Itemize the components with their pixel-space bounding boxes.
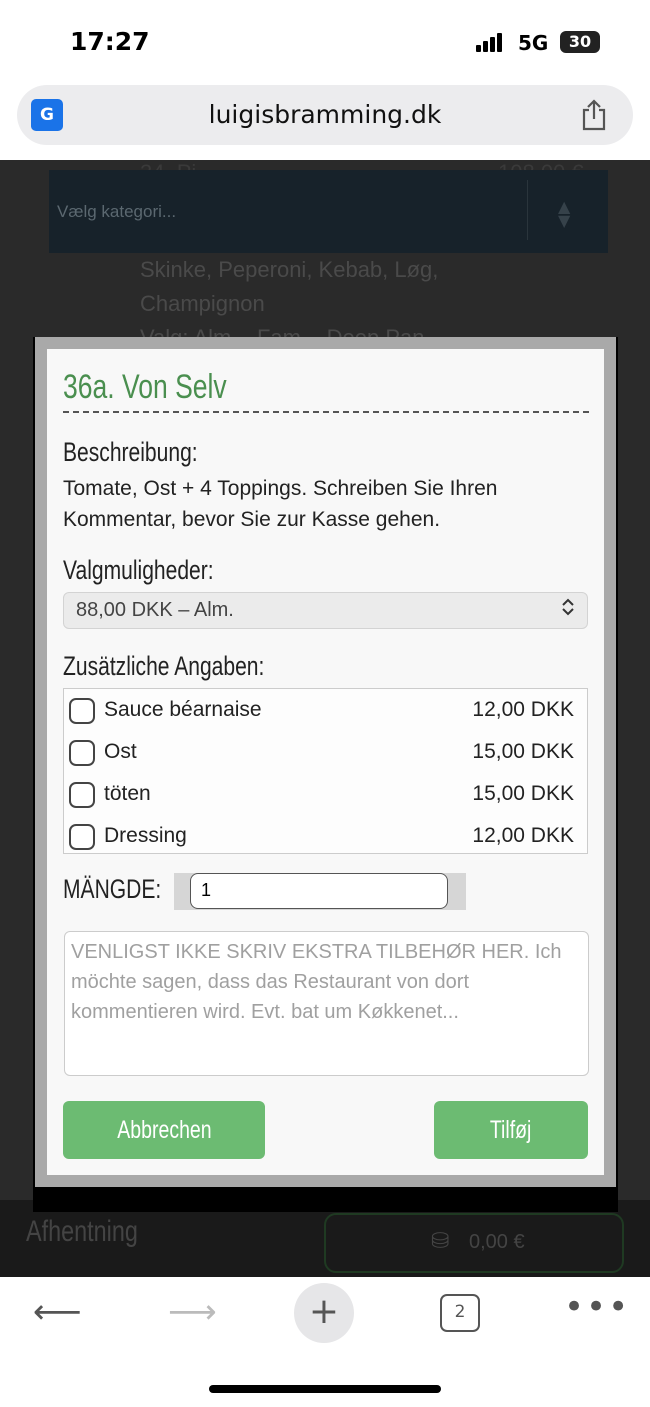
address-bar[interactable]: G luigisbramming.dk bbox=[17, 85, 633, 145]
cart-total: 0,00 € bbox=[469, 1231, 525, 1253]
cancel-label: Abbrechen bbox=[116, 1116, 212, 1144]
signal-icon bbox=[476, 33, 504, 52]
extra-option[interactable]: töten 15,00 DKK bbox=[64, 773, 587, 815]
category-placeholder: Vælg kategori... bbox=[57, 202, 177, 221]
ingredients-line: Champignon bbox=[140, 291, 265, 316]
comment-textarea[interactable]: VENLIGST IKKE SKRIV EKSTRA TILBEHØR HER.… bbox=[64, 931, 589, 1076]
description-text: Tomate, Ost + 4 Toppings. Schreiben Sie … bbox=[63, 477, 498, 531]
checkbox[interactable] bbox=[69, 824, 95, 850]
extras-label: Zusätzliche Angaben: bbox=[63, 651, 265, 681]
status-bar: 17:27 5G 30 bbox=[0, 0, 650, 75]
extra-price: 12,00 DKK bbox=[472, 698, 574, 721]
modal-content: 36a. Von Selv Beschreibung: Tomate, Ost … bbox=[47, 349, 604, 1175]
modal-title: 36a. Von Selv bbox=[63, 368, 227, 406]
extra-name: Sauce béarnaise bbox=[104, 698, 262, 721]
quantity-input[interactable]: 1 bbox=[190, 873, 448, 909]
home-indicator bbox=[209, 1385, 441, 1393]
network-type: 5G bbox=[518, 31, 549, 55]
pickup-label[interactable]: Afhentning bbox=[26, 1215, 138, 1249]
divider bbox=[63, 411, 589, 413]
extra-option[interactable]: Ost 15,00 DKK bbox=[64, 731, 587, 773]
cart-button[interactable]: ⛁ 0,00 € bbox=[324, 1213, 624, 1273]
more-icon[interactable]: ••• bbox=[564, 1287, 630, 1327]
add-label: Tilføj bbox=[490, 1116, 532, 1144]
tabs-count: 2 bbox=[454, 1302, 466, 1322]
extra-option[interactable]: Dressing 12,00 DKK bbox=[64, 815, 587, 857]
options-select[interactable]: 88,00 DKK – Alm. bbox=[63, 592, 588, 629]
sort-arrows-icon: ▲ ▼ bbox=[558, 197, 571, 230]
extra-price: 12,00 DKK bbox=[472, 824, 574, 847]
options-label: Valgmuligheder: bbox=[63, 555, 214, 585]
category-select[interactable]: Vælg kategori... bbox=[49, 170, 608, 253]
product-modal: 36a. Von Selv Beschreibung: Tomate, Ost … bbox=[33, 337, 618, 1212]
basket-icon: ⛁ bbox=[431, 1229, 450, 1254]
url-text[interactable]: luigisbramming.dk bbox=[17, 100, 633, 129]
extra-name: Dressing bbox=[104, 824, 187, 847]
extra-name: töten bbox=[104, 782, 151, 805]
selected-option: 88,00 DKK – Alm. bbox=[76, 599, 234, 621]
cancel-button[interactable]: Abbrechen bbox=[63, 1101, 265, 1159]
description-label: Beschreibung: bbox=[63, 437, 198, 467]
extra-name: Ost bbox=[104, 740, 137, 763]
new-tab-button[interactable]: + bbox=[294, 1283, 354, 1343]
back-icon[interactable]: ⟵ bbox=[33, 1292, 82, 1332]
extra-option[interactable]: Sauce béarnaise 12,00 DKK bbox=[64, 689, 587, 731]
checkbox[interactable] bbox=[69, 698, 95, 724]
chevron-updown-icon bbox=[561, 597, 575, 622]
ingredients-line: Skinke, Peperoni, Kebab, Løg, bbox=[140, 257, 439, 282]
share-icon[interactable] bbox=[581, 99, 607, 131]
divider bbox=[527, 180, 528, 240]
forward-icon[interactable]: ⟶ bbox=[168, 1292, 217, 1332]
add-button[interactable]: Tilføj bbox=[434, 1101, 588, 1159]
extra-price: 15,00 DKK bbox=[472, 740, 574, 763]
extra-price: 15,00 DKK bbox=[472, 782, 574, 805]
extras-list: Sauce béarnaise 12,00 DKK Ost 15,00 DKK tö… bbox=[63, 688, 588, 854]
battery-icon: 30 bbox=[560, 31, 600, 53]
checkbox[interactable] bbox=[69, 740, 95, 766]
quantity-label: MÄNGDE: bbox=[63, 874, 162, 904]
clock: 17:27 bbox=[70, 27, 150, 56]
tabs-button[interactable]: 2 bbox=[440, 1294, 480, 1332]
checkbox[interactable] bbox=[69, 782, 95, 808]
